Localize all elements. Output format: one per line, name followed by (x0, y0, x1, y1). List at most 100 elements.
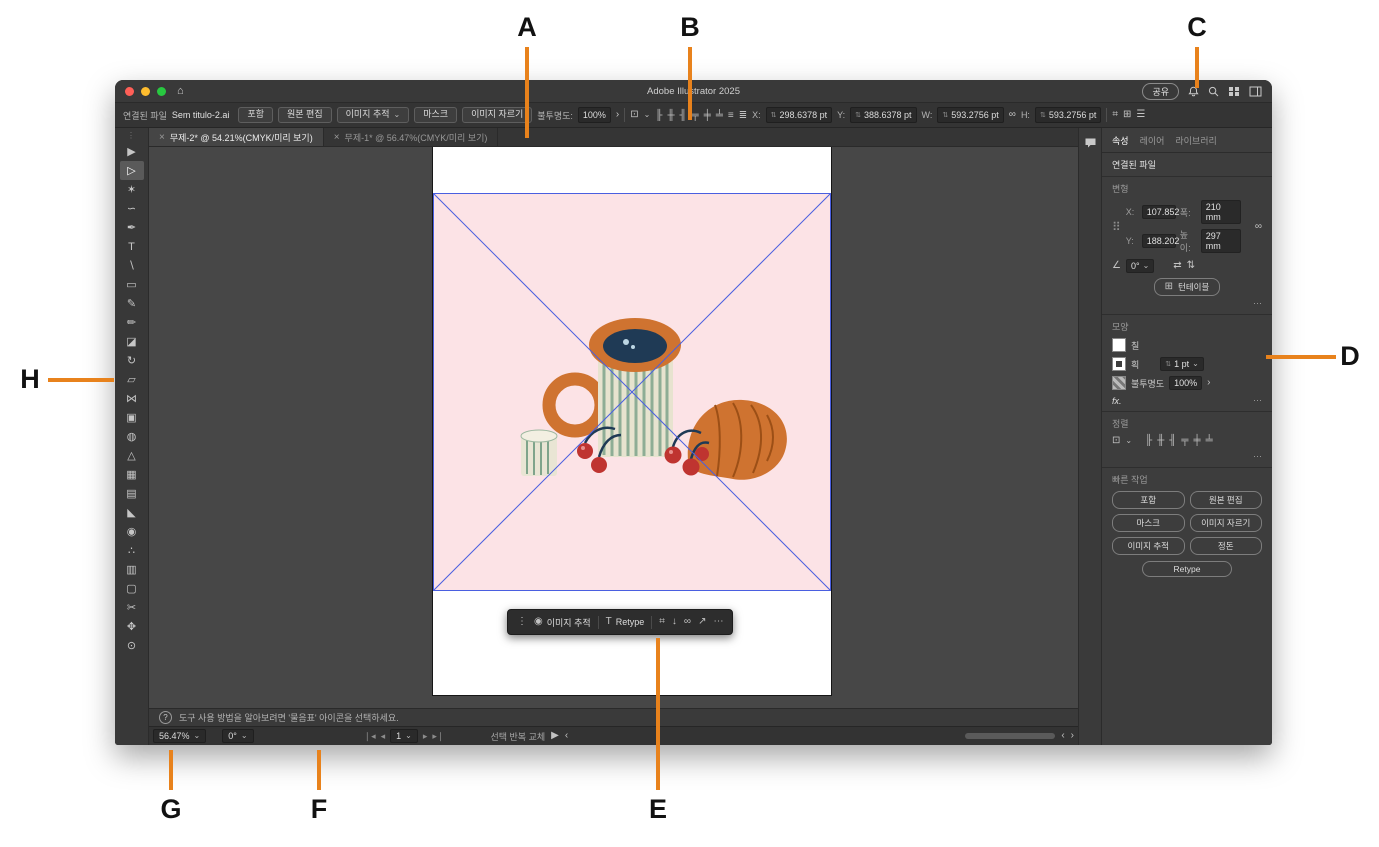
grip-icon[interactable]: ⋮ (517, 617, 527, 627)
eraser-tool[interactable]: ◪ (120, 332, 144, 351)
more-icon[interactable]: ⋯ (1253, 298, 1262, 309)
hand-tool[interactable]: ✥ (120, 617, 144, 636)
chevron-down-icon[interactable]: ⌄ (405, 732, 412, 740)
w-input[interactable]: ⇅ 593.2756 pt (937, 107, 1004, 123)
close-icon[interactable]: × (159, 132, 165, 143)
status-readout[interactable]: 선택 반복 교체 (490, 730, 545, 743)
edit-original-button[interactable]: 원본 편집 (278, 107, 332, 123)
mask-button[interactable]: 마스크 (414, 107, 458, 123)
rotation-input[interactable]: 0° ⌄ (1125, 259, 1155, 273)
stroke-swatch[interactable] (1112, 357, 1126, 371)
placed-linked-image[interactable] (432, 192, 832, 592)
opacity-swatch[interactable] (1112, 376, 1126, 390)
stepper-icon[interactable]: ⇅ (771, 112, 777, 119)
artboard-number-select[interactable]: 1 ⌄ (390, 729, 418, 743)
opacity-expand-icon[interactable]: › (1207, 378, 1210, 388)
align-to-icon[interactable]: ⊡ (1112, 435, 1120, 446)
flip-horizontal-icon[interactable]: ⇄ (1173, 261, 1181, 271)
chevron-down-icon[interactable]: ⌄ (241, 732, 248, 740)
chevron-right-icon[interactable]: › (1071, 731, 1074, 741)
distribute-horizontal-icon[interactable]: ≡ (728, 110, 734, 121)
expand-icon[interactable]: ↗ (698, 617, 706, 627)
chevron-down-icon[interactable]: ⌄ (644, 111, 651, 119)
align-bottom-icon[interactable]: ╧ (1206, 435, 1213, 446)
document-tab-1[interactable]: × 무제-2* @ 54.21%(CMYK/미리 보기) (149, 128, 324, 146)
mask-button[interactable]: 마스크 (1112, 514, 1185, 532)
menu-icon[interactable]: ☰ (1136, 110, 1145, 120)
retype-button[interactable]: Retype (1142, 561, 1232, 577)
shape-builder-tool[interactable]: ◍ (120, 427, 144, 446)
pen-tool[interactable]: ✒ (120, 218, 144, 237)
workspace-switcher-icon[interactable] (1228, 86, 1240, 97)
comment-icon[interactable] (1084, 136, 1097, 154)
horizontal-scrollbar[interactable] (965, 733, 1056, 739)
crop-marks-icon[interactable]: ⌗ (1112, 110, 1118, 120)
eyedropper-tool[interactable]: ◣ (120, 503, 144, 522)
lasso-tool[interactable]: ∽ (120, 199, 144, 218)
width-input[interactable]: 210 mm (1200, 200, 1241, 224)
symbol-sprayer-tool[interactable]: ∴ (120, 541, 144, 560)
align-left-icon[interactable]: ╟ (655, 110, 662, 121)
direct-selection-tool[interactable]: ▷ (119, 161, 144, 180)
crop-image-button[interactable]: 이미지 자르기 (1189, 514, 1262, 532)
last-artboard-icon[interactable]: ▸❘ (432, 731, 444, 742)
scale-tool[interactable]: ▱ (120, 370, 144, 389)
panel-grip-icon[interactable]: ⋮ (127, 131, 136, 140)
rectangle-tool[interactable]: ▭ (120, 275, 144, 294)
crop-icon[interactable]: ⌗ (659, 617, 665, 627)
fx-label[interactable]: fx. (1112, 396, 1122, 406)
stepper-icon[interactable]: ⇅ (855, 112, 861, 119)
question-icon[interactable]: ? (159, 711, 172, 724)
edit-original-button[interactable]: 원본 편집 (1189, 491, 1262, 509)
image-trace-button[interactable]: 이미지 추적 ⌄ (336, 107, 410, 123)
tab-properties[interactable]: 속성 (1112, 134, 1129, 147)
height-input[interactable]: 297 mm (1200, 229, 1241, 253)
arrange-button[interactable]: 정돈 (1189, 537, 1262, 555)
zoom-level-select[interactable]: 56.47% ⌄ (153, 729, 207, 743)
previous-artboard-icon[interactable]: ◂ (381, 731, 386, 742)
chevron-down-icon[interactable]: ⌄ (1143, 262, 1150, 270)
opacity-input[interactable]: 100% (1169, 376, 1203, 390)
opacity-input[interactable]: 100% (577, 107, 611, 123)
link-icon[interactable]: ∞ (684, 617, 691, 627)
constrain-proportions-icon[interactable]: ∞ (1009, 110, 1016, 120)
stroke-weight-input[interactable]: ⇅ 1 pt ⌄ (1160, 357, 1204, 371)
chevron-left-icon[interactable]: ‹ (565, 731, 568, 741)
stepper-icon[interactable]: ⇅ (1040, 112, 1046, 119)
align-right-icon[interactable]: ╢ (1169, 435, 1176, 446)
search-icon[interactable] (1208, 86, 1219, 97)
align-middle-icon[interactable]: ╪ (1193, 435, 1200, 446)
y-input[interactable]: 188.202 (1141, 234, 1179, 248)
share-button[interactable]: 공유 (1142, 82, 1179, 100)
zoom-tool[interactable]: ⊙ (120, 636, 144, 655)
fill-swatch[interactable] (1112, 338, 1126, 352)
play-icon[interactable]: ▶ (551, 731, 559, 741)
embed-button[interactable]: 포함 (238, 107, 273, 123)
more-icon[interactable]: ⋯ (713, 617, 723, 627)
crop-image-button[interactable]: 이미지 자르기 (462, 107, 533, 123)
panel-layout-icon[interactable] (1249, 86, 1262, 97)
canvas[interactable]: ⋮ ◉ 이미지 추적 T Retype ⌗ ↓ ∞ ↗ ⋯ (149, 147, 1078, 708)
x-input[interactable]: 107.852 (1141, 205, 1179, 219)
image-trace-button[interactable]: 이미지 추적 (1112, 537, 1185, 555)
close-window-button[interactable] (125, 86, 134, 96)
flip-vertical-icon[interactable]: ⇅ (1187, 261, 1195, 271)
slice-tool[interactable]: ✂ (120, 598, 144, 617)
chevron-left-icon[interactable]: ‹ (1061, 731, 1064, 741)
opacity-expand-icon[interactable]: › (616, 110, 619, 120)
x-input[interactable]: ⇅ 298.6378 pt (765, 107, 833, 123)
first-artboard-icon[interactable]: ❘◂ (364, 731, 376, 742)
align-bottom-icon[interactable]: ╧ (716, 110, 723, 121)
document-tab-2[interactable]: × 무제-1* @ 56.47%(CMYK/미리 보기) (324, 128, 499, 146)
align-middle-icon[interactable]: ╪ (704, 110, 711, 121)
constrain-proportions-icon[interactable]: ∞ (1255, 222, 1262, 232)
taskbar-image-trace-button[interactable]: ◉ 이미지 추적 (534, 616, 591, 629)
tab-libraries[interactable]: 라이브러리 (1175, 134, 1216, 147)
chevron-down-icon[interactable]: ⌄ (1192, 360, 1199, 368)
stepper-icon[interactable]: ⇅ (1165, 361, 1171, 368)
turntable-button[interactable]: ⊞ 턴테이블 (1153, 278, 1221, 296)
paintbrush-tool[interactable]: ✎ (120, 294, 144, 313)
embed-icon[interactable]: ↓ (672, 617, 677, 627)
align-center-icon[interactable]: ╫ (667, 110, 674, 121)
chevron-down-icon[interactable]: ⌄ (194, 732, 201, 740)
